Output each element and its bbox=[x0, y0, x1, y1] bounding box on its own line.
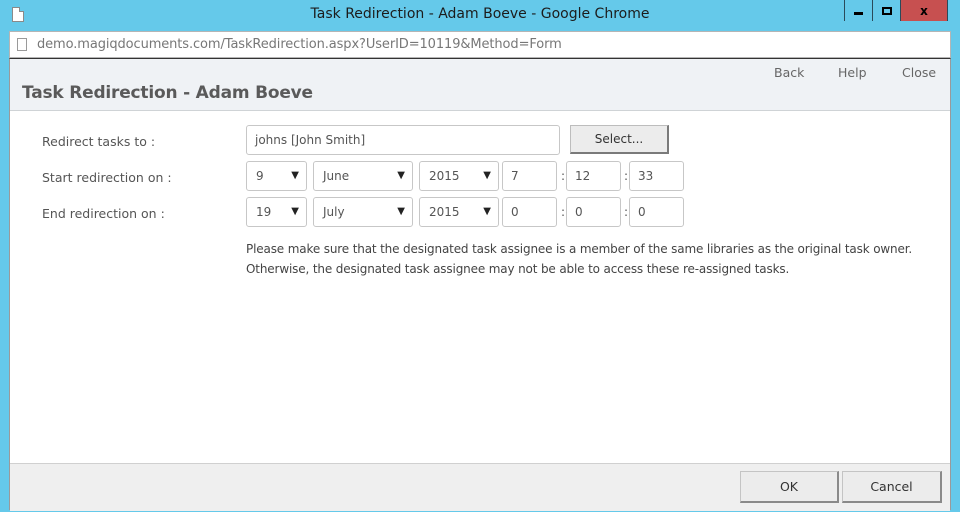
start-month-value: June bbox=[323, 169, 350, 183]
dialog-footer: OK Cancel bbox=[10, 463, 950, 511]
end-day-select[interactable]: 19 ▼ bbox=[246, 197, 307, 227]
start-minute-input[interactable]: 12 bbox=[566, 161, 621, 191]
start-day-value: 9 bbox=[256, 169, 264, 183]
close-window-button[interactable]: x bbox=[901, 0, 947, 21]
dropdown-arrow-icon: ▼ bbox=[483, 206, 491, 217]
end-day-value: 19 bbox=[256, 205, 272, 219]
time-separator: : bbox=[561, 205, 566, 219]
maximize-icon bbox=[881, 6, 892, 15]
dropdown-arrow-icon: ▼ bbox=[397, 206, 405, 217]
end-hour-input[interactable]: 0 bbox=[502, 197, 557, 227]
start-year-select[interactable]: 2015 ▼ bbox=[419, 161, 499, 191]
notice-line-1: Please make sure that the designated tas… bbox=[246, 242, 913, 256]
window-controls: x bbox=[844, 0, 948, 21]
time-separator: : bbox=[624, 169, 629, 183]
ok-button[interactable]: OK bbox=[740, 471, 839, 503]
page-title: Task Redirection - Adam Boeve bbox=[22, 83, 313, 103]
dropdown-arrow-icon: ▼ bbox=[291, 206, 299, 217]
dropdown-arrow-icon: ▼ bbox=[291, 170, 299, 181]
close-link[interactable]: Close bbox=[902, 65, 936, 80]
end-year-select[interactable]: 2015 ▼ bbox=[419, 197, 499, 227]
select-user-button[interactable]: Select... bbox=[570, 125, 669, 154]
dropdown-arrow-icon: ▼ bbox=[397, 170, 405, 181]
window-title: Task Redirection - Adam Boeve - Google C… bbox=[310, 6, 650, 22]
cancel-button[interactable]: Cancel bbox=[842, 471, 942, 503]
window-titlebar: Task Redirection - Adam Boeve - Google C… bbox=[0, 0, 960, 31]
minimize-icon bbox=[854, 11, 863, 15]
close-icon: x bbox=[920, 3, 928, 18]
time-separator: : bbox=[624, 205, 629, 219]
start-label: Start redirection on : bbox=[42, 170, 172, 185]
end-month-select[interactable]: July ▼ bbox=[313, 197, 413, 227]
page-header: Task Redirection - Adam Boeve Back Help … bbox=[10, 59, 950, 111]
dropdown-arrow-icon: ▼ bbox=[483, 170, 491, 181]
page-content: Task Redirection - Adam Boeve Back Help … bbox=[9, 58, 951, 511]
end-minute-input[interactable]: 0 bbox=[566, 197, 621, 227]
start-month-select[interactable]: June ▼ bbox=[313, 161, 413, 191]
help-link[interactable]: Help bbox=[838, 65, 867, 80]
start-hour-input[interactable]: 7 bbox=[502, 161, 557, 191]
redirect-label: Redirect tasks to : bbox=[42, 134, 156, 149]
time-separator: : bbox=[561, 169, 566, 183]
maximize-button[interactable] bbox=[873, 0, 901, 21]
start-year-value: 2015 bbox=[429, 169, 460, 183]
start-second-input[interactable]: 33 bbox=[629, 161, 684, 191]
address-bar[interactable]: demo.magiqdocuments.com/TaskRedirection.… bbox=[9, 31, 951, 58]
notice-line-2: Otherwise, the designated task assignee … bbox=[246, 262, 790, 276]
page-icon bbox=[17, 38, 27, 51]
redirect-to-input[interactable]: johns [John Smith] bbox=[246, 125, 560, 155]
back-link[interactable]: Back bbox=[774, 65, 804, 80]
end-month-value: July bbox=[323, 205, 345, 219]
end-year-value: 2015 bbox=[429, 205, 460, 219]
start-day-select[interactable]: 9 ▼ bbox=[246, 161, 307, 191]
url-text: demo.magiqdocuments.com/TaskRedirection.… bbox=[37, 37, 562, 52]
end-second-input[interactable]: 0 bbox=[629, 197, 684, 227]
end-label: End redirection on : bbox=[42, 206, 165, 221]
minimize-button[interactable] bbox=[845, 0, 873, 21]
